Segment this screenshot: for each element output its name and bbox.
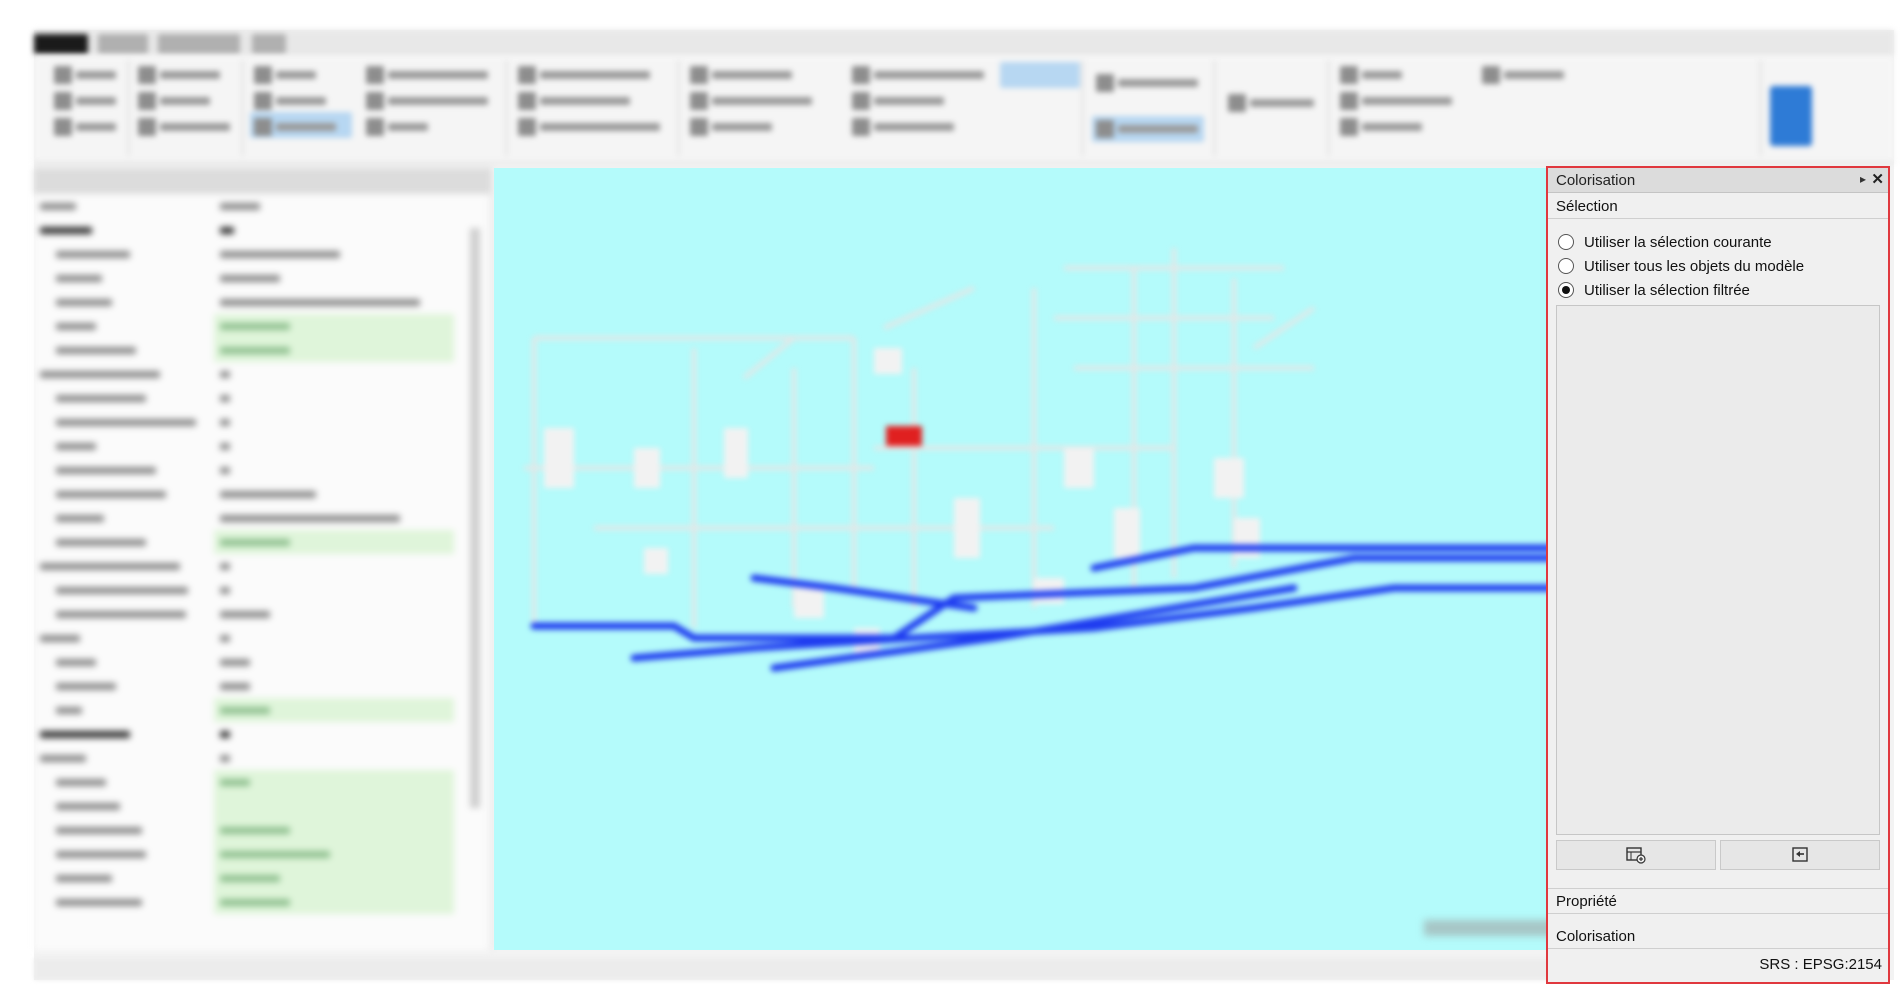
filter-list-box[interactable] — [1556, 305, 1880, 835]
colorisation-section-header[interactable]: Colorisation — [1548, 924, 1890, 949]
ribbon-tab-2[interactable] — [98, 34, 148, 54]
radio-current-selection[interactable]: Utiliser la sélection courante — [1558, 232, 1878, 254]
propriete-section-header[interactable]: Propriété — [1548, 888, 1890, 914]
filter-add-icon — [1626, 847, 1646, 864]
colorisation-panel-title-bar: Colorisation ▸ ✕ — [1548, 168, 1890, 193]
properties-panel — [34, 168, 491, 950]
properties-panel-title — [34, 168, 490, 194]
ribbon-group-7 — [1218, 60, 1329, 156]
viewport-watermark — [1424, 920, 1564, 936]
ribbon-group-1 — [48, 60, 129, 156]
radio-label: Utiliser tous les objets du modèle — [1584, 258, 1805, 275]
ribbon-tab-bar — [34, 30, 1894, 56]
ribbon-group-2 — [132, 60, 243, 156]
radio-filtered-selection[interactable]: Utiliser la sélection filtrée — [1558, 280, 1878, 302]
radio-button[interactable] — [1558, 234, 1574, 250]
radio-button-selected[interactable] — [1558, 282, 1574, 298]
colorisation-panel: Colorisation ▸ ✕ Sélection Utiliser la s… — [1548, 168, 1890, 984]
ribbon-tab-3[interactable] — [158, 34, 240, 54]
radio-label: Utiliser la sélection courante — [1584, 234, 1772, 251]
close-icon[interactable]: ✕ — [1871, 170, 1884, 188]
status-bar — [34, 958, 1554, 980]
building-model-render — [524, 248, 1580, 672]
selection-section-header[interactable]: Sélection — [1548, 194, 1890, 219]
ribbon-tab-file[interactable] — [34, 34, 88, 54]
ribbon-toolbar — [34, 56, 1894, 163]
3d-viewport[interactable] — [494, 168, 1580, 950]
colorisation-panel-title: Colorisation — [1556, 172, 1636, 189]
ribbon-group-5 — [682, 60, 1083, 156]
remove-filter-button[interactable] — [1720, 840, 1880, 870]
ribbon-group-4 — [510, 60, 679, 156]
radio-button[interactable] — [1558, 258, 1574, 274]
radio-all-model-objects[interactable]: Utiliser tous les objets du modèle — [1558, 256, 1878, 278]
ribbon-group-6 — [1086, 60, 1215, 156]
add-filter-button[interactable] — [1556, 840, 1716, 870]
ribbon-group-3 — [246, 60, 507, 156]
radio-label: Utiliser la sélection filtrée — [1584, 282, 1750, 299]
ribbon-large-icon[interactable] — [1770, 86, 1812, 146]
pin-icon[interactable]: ▸ — [1860, 172, 1866, 186]
filter-remove-icon — [1792, 847, 1808, 862]
srs-status: SRS : EPSG:2154 — [1759, 956, 1882, 973]
ribbon-tab-4[interactable] — [252, 34, 286, 54]
ribbon-group-8 — [1332, 60, 1761, 156]
properties-scrollbar[interactable] — [470, 228, 480, 808]
